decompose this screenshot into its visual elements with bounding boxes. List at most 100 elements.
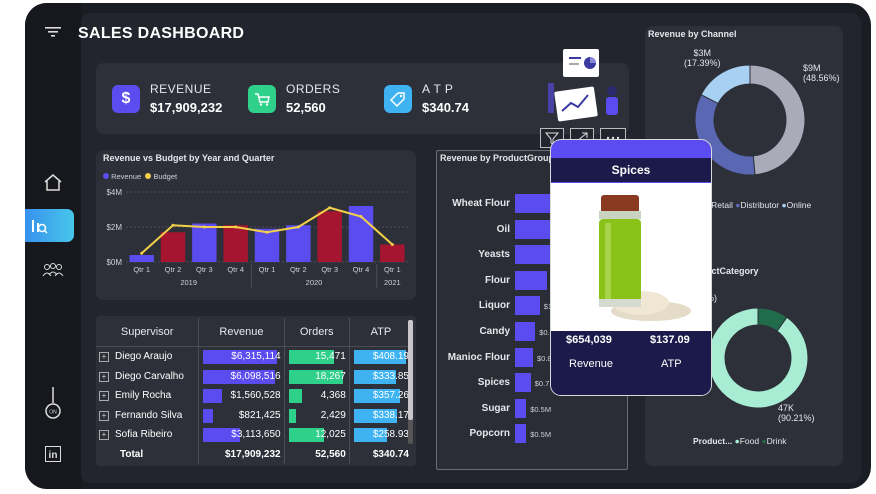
revenue-bar[interactable]: [160, 232, 186, 262]
budget-point[interactable]: [202, 225, 206, 229]
atp-value: $357.26: [372, 390, 409, 402]
revenue-bar[interactable]: [192, 223, 217, 263]
header-orders[interactable]: Orders: [284, 318, 350, 347]
chart-search-icon: [32, 219, 48, 234]
x-tick-label: Qtr 3: [196, 265, 213, 274]
supervisor-cell[interactable]: + Diego Araujo: [96, 346, 200, 367]
spice-jar-image: [599, 195, 691, 321]
supervisor-cell[interactable]: + Fernando Silva: [96, 405, 200, 425]
atp-value: $258.93: [372, 429, 409, 441]
product-group-bar[interactable]: [515, 322, 536, 341]
revenue-value: $6,098,516: [230, 370, 281, 382]
orders-cell: 18,267: [284, 366, 350, 386]
revenue-bar[interactable]: [380, 244, 405, 263]
product-group-title: Revenue by ProductGroup: [440, 153, 555, 163]
retail-pct: (48.56%): [803, 73, 840, 83]
orders-value: 4,368: [320, 390, 346, 402]
table-row[interactable]: + Sofia Ribeiro $3,113,650 12,025 $258.93: [96, 425, 412, 445]
revenue-value: $1,560,528: [230, 390, 281, 402]
expand-icon[interactable]: +: [99, 352, 109, 363]
product-group-label: Yeasts: [478, 249, 510, 261]
budget-point[interactable]: [265, 230, 269, 234]
table-scrollbar-thumb[interactable]: [408, 320, 413, 420]
header-atp[interactable]: ATP: [349, 318, 412, 347]
supervisor-cell[interactable]: + Sofia Ribeiro: [96, 425, 200, 445]
expand-icon[interactable]: +: [99, 430, 109, 441]
expand-icon[interactable]: +: [99, 371, 109, 382]
supervisor-name: Sofia Ribeiro: [115, 429, 173, 441]
home-icon[interactable]: [39, 168, 67, 196]
tooltip-revenue-label: Revenue: [569, 358, 614, 370]
expand-icon[interactable]: +: [99, 391, 109, 402]
total-orders: 52,560: [284, 444, 350, 464]
budget-point[interactable]: [234, 225, 238, 229]
product-group-label: Sugar: [481, 402, 510, 414]
product-group-label: Liquor: [478, 300, 510, 312]
supervisor-name: Diego Araujo: [115, 351, 173, 363]
atp-cell: $357.26: [349, 386, 412, 406]
orders-value: 15,471: [315, 351, 346, 363]
table-row[interactable]: + Fernando Silva $821,425 2,429 $338.17: [96, 405, 412, 425]
atp-value: $333.85: [372, 370, 409, 382]
product-group-bar[interactable]: [515, 347, 533, 367]
product-group-label: Flour: [485, 274, 510, 286]
x-tick-label: Qtr 4: [353, 265, 370, 274]
revenue-bar[interactable]: [129, 255, 154, 262]
budget-point[interactable]: [140, 251, 144, 255]
food-value: 47K: [778, 403, 795, 413]
revenue-value: $821,425: [238, 409, 281, 421]
header-supervisor[interactable]: Supervisor: [96, 318, 200, 347]
tooltip-revenue-value: $654,039: [566, 334, 612, 346]
online-slice[interactable]: [700, 64, 751, 105]
product-group-bar[interactable]: [515, 373, 531, 393]
product-group-bar[interactable]: [515, 245, 556, 265]
x-tick-label: Qtr 1: [133, 265, 150, 274]
legend-retail: Retail: [711, 200, 733, 210]
revenue-bar[interactable]: [317, 211, 342, 262]
supervisor-cell[interactable]: + Emily Rocha: [96, 386, 200, 406]
table-row[interactable]: + Emily Rocha $1,560,528 4,368 $357.26: [96, 386, 412, 406]
table-row[interactable]: + Diego Carvalho $6,098,516 18,267 $333.85: [96, 366, 412, 387]
orders-value: 12,025: [315, 429, 346, 441]
supervisor-cell[interactable]: + Diego Carvalho: [96, 366, 200, 386]
product-group-bar[interactable]: [515, 296, 540, 316]
table-row[interactable]: + Diego Araujo $6,315,114 15,471 $408.19: [96, 346, 412, 367]
cart-icon: [248, 84, 276, 113]
product-group-label: Oil: [496, 223, 510, 235]
table-scrollbar[interactable]: [408, 320, 413, 444]
tooltip-atp-value: $137.09: [650, 334, 690, 346]
budget-point[interactable]: [390, 243, 394, 246]
revenue-bar[interactable]: [223, 225, 248, 262]
budget-point[interactable]: [328, 206, 332, 210]
tooltip-atp-label: ATP: [661, 358, 682, 370]
budget-point[interactable]: [359, 215, 363, 218]
revenue-cell: $3,113,650: [198, 425, 285, 445]
product-group-label: Spices: [477, 377, 510, 389]
linkedin-icon[interactable]: in: [39, 440, 67, 468]
channel-title: Revenue by Channel: [648, 29, 737, 39]
product-group-bar[interactable]: [515, 424, 527, 444]
supervisor-name: Fernando Silva: [115, 409, 183, 421]
budget-point[interactable]: [171, 223, 175, 227]
atp-value: $338.17: [372, 409, 409, 421]
menu-icon[interactable]: [39, 18, 67, 46]
sales-report-nav[interactable]: [25, 209, 74, 242]
orders-value: 18,267: [315, 370, 346, 382]
category-title: uctCategory: [706, 266, 759, 276]
legend-distributor: Distributor: [740, 200, 780, 210]
header-revenue[interactable]: Revenue: [198, 318, 285, 347]
retail-slice[interactable]: [749, 64, 806, 176]
revenue-bar[interactable]: [286, 225, 311, 262]
toggle-switch-icon[interactable]: ON: [39, 387, 67, 421]
product-group-label: Manioc Flour: [447, 351, 510, 363]
kpi-label: ORDERS: [286, 82, 341, 96]
kpi-revenue: $ REVENUE $17,909,232: [112, 82, 222, 115]
revenue-value: $6,315,114: [231, 351, 281, 363]
atp-cell: $333.85: [349, 367, 412, 387]
product-group-bar[interactable]: [515, 398, 527, 418]
product-group-bar[interactable]: [515, 270, 547, 290]
team-icon[interactable]: [39, 256, 67, 284]
expand-icon[interactable]: +: [99, 410, 109, 421]
tooltip-values: $654,039 $137.09 Revenue ATP: [551, 331, 711, 395]
budget-point[interactable]: [296, 225, 300, 229]
